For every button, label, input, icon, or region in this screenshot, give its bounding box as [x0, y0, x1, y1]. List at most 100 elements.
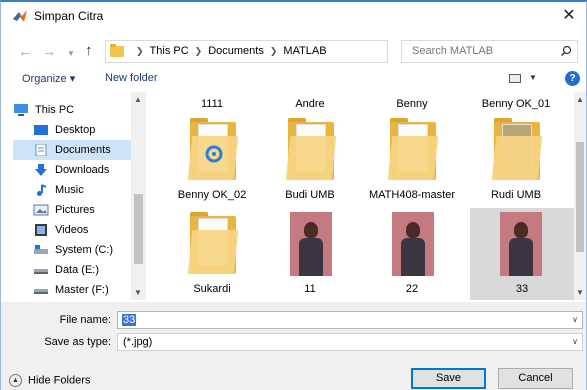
- folder-icon: [187, 212, 239, 278]
- image-thumbnail: [288, 212, 334, 278]
- address-bar[interactable]: ❯This PC❯Documents❯MATLAB ∨ ↻: [105, 40, 491, 63]
- nav-item-master-f[interactable]: Master (F:): [13, 280, 143, 300]
- nav-item-pictures[interactable]: Pictures: [13, 200, 143, 220]
- hide-folders-label: Hide Folders: [28, 374, 91, 387]
- command-bar: Organize ▾ New folder ▼ ?: [1, 68, 586, 90]
- image-item[interactable]: 11: [260, 212, 360, 300]
- chevron-up-icon: ▲: [9, 374, 22, 387]
- recent-locations-chevron-icon[interactable]: ▼: [67, 44, 75, 64]
- view-options-icon[interactable]: [509, 74, 521, 83]
- scroll-down-icon[interactable]: ▼: [134, 288, 142, 297]
- folder-item-label[interactable]: Benny: [362, 98, 462, 110]
- file-name-combo[interactable]: 33 ∨: [117, 311, 583, 329]
- title-bar: Simpan Citra ✕: [1, 2, 586, 30]
- nav-item-label: Desktop: [55, 124, 96, 136]
- nav-item-documents[interactable]: Documents: [13, 140, 143, 160]
- hide-folders-button[interactable]: ▲ Hide Folders: [9, 374, 90, 387]
- save-as-type-label: Save as type:: [44, 336, 111, 348]
- save-button[interactable]: Save: [411, 368, 486, 389]
- chevron-right-icon: ❯: [136, 46, 144, 56]
- folder-item[interactable]: Sukardi: [162, 212, 262, 300]
- file-name-input[interactable]: 33: [122, 314, 137, 326]
- folder-item-label[interactable]: 1111: [162, 98, 262, 110]
- forward-arrow-icon[interactable]: →: [42, 41, 56, 61]
- folder-item-label: Rudi UMB: [490, 189, 542, 201]
- folder-item[interactable]: Benny OK_02: [162, 118, 262, 218]
- navigation-bar: ← → ▼ ↑ ❯This PC❯Documents❯MATLAB ∨ ↻: [1, 39, 586, 65]
- save-as-type-value: (*.jpg): [123, 336, 153, 348]
- image-item-label: 33: [515, 283, 529, 295]
- folder-item[interactable]: Rudi UMB: [466, 118, 566, 218]
- help-icon[interactable]: ?: [565, 71, 580, 86]
- folder-item-label[interactable]: Andre: [260, 98, 360, 110]
- folder-item[interactable]: Budi UMB: [260, 118, 360, 218]
- desktop-icon: [34, 125, 48, 135]
- folder-item[interactable]: MATH408-master: [362, 118, 462, 218]
- folder-icon: [387, 118, 439, 184]
- up-arrow-icon[interactable]: ↑: [85, 41, 93, 61]
- folder-icon: [110, 44, 124, 57]
- organize-button[interactable]: Organize ▾: [22, 72, 75, 85]
- close-icon[interactable]: ✕: [558, 5, 580, 27]
- image-item-label: 22: [405, 283, 419, 295]
- search-input[interactable]: [412, 45, 552, 57]
- nav-item-data-e[interactable]: Data (E:): [13, 260, 143, 280]
- videos-icon: [35, 224, 47, 236]
- save-as-type-select[interactable]: (*.jpg) ∨: [117, 333, 583, 351]
- folder-item-label: Budi UMB: [285, 189, 335, 201]
- folder-icon: [187, 118, 239, 184]
- nav-item-label: Pictures: [55, 204, 95, 216]
- image-thumbnail: [390, 212, 436, 278]
- breadcrumb-documents[interactable]: Documents: [208, 45, 264, 57]
- image-item-selected[interactable]: 33: [470, 208, 574, 300]
- nav-item-this-pc[interactable]: This PC: [13, 100, 143, 120]
- scrollbar-thumb[interactable]: [134, 194, 143, 264]
- search-icon[interactable]: [560, 45, 572, 57]
- nav-item-label: Data (E:): [55, 264, 100, 276]
- file-list-scrollbar[interactable]: ▲ ▼: [574, 92, 586, 300]
- pictures-icon: [33, 204, 49, 216]
- cancel-button[interactable]: Cancel: [498, 368, 573, 389]
- nav-item-music[interactable]: Music: [13, 180, 143, 200]
- nav-item-label: Videos: [55, 224, 89, 236]
- image-item[interactable]: 22: [362, 212, 462, 300]
- nav-item-system-c[interactable]: System (C:): [13, 240, 143, 260]
- computer-icon: [14, 104, 28, 116]
- breadcrumb-this-pc[interactable]: This PC: [150, 45, 189, 57]
- back-arrow-icon[interactable]: ←: [18, 41, 32, 61]
- chevron-down-icon[interactable]: ∨: [572, 315, 578, 324]
- save-form: File name: 33 ∨ Save as type: (*.jpg) ∨ …: [1, 302, 586, 390]
- chevron-right-icon: ❯: [194, 46, 203, 56]
- chevron-down-icon[interactable]: ∨: [572, 337, 578, 346]
- nav-item-label: Master (F:): [55, 284, 109, 296]
- nav-item-label: System (C:): [55, 244, 114, 256]
- navigation-pane: This PC Desktop Documents Downloads Musi…: [1, 92, 147, 300]
- chevron-down-icon[interactable]: ▼: [529, 73, 537, 82]
- download-icon: [35, 164, 47, 176]
- image-thumbnail: [498, 212, 544, 278]
- new-folder-button[interactable]: New folder: [105, 72, 158, 84]
- nav-item-label: Documents: [55, 144, 111, 156]
- nav-item-label: Music: [55, 184, 84, 196]
- music-icon: [37, 184, 47, 196]
- search-box[interactable]: [401, 40, 578, 63]
- folder-item-label[interactable]: Benny OK_01: [466, 98, 566, 110]
- nav-item-videos[interactable]: Videos: [13, 220, 143, 240]
- nav-scrollbar[interactable]: ▲ ▼: [131, 92, 146, 300]
- scroll-up-icon[interactable]: ▲: [134, 95, 142, 104]
- scroll-up-icon[interactable]: ▲: [576, 95, 584, 104]
- nav-item-desktop[interactable]: Desktop: [13, 120, 143, 140]
- nav-item-downloads[interactable]: Downloads: [13, 160, 143, 180]
- documents-icon: [35, 144, 47, 156]
- folder-icon: [491, 118, 543, 184]
- breadcrumb-matlab[interactable]: MATLAB: [283, 45, 326, 57]
- scroll-down-icon[interactable]: ▼: [576, 288, 584, 297]
- image-item-label: 11: [304, 283, 316, 295]
- breadcrumb: ❯ This PC ❯ Documents ❯ MATLAB: [130, 45, 327, 57]
- scrollbar-thumb[interactable]: [576, 142, 584, 252]
- file-name-label: File name:: [59, 314, 111, 326]
- chevron-right-icon: ❯: [269, 46, 278, 56]
- save-dialog: Simpan Citra ✕ ← → ▼ ↑ ❯ This PC ❯ Document…: [0, 0, 587, 390]
- drive-icon: [34, 245, 48, 254]
- window-title: Simpan Citra: [34, 9, 104, 23]
